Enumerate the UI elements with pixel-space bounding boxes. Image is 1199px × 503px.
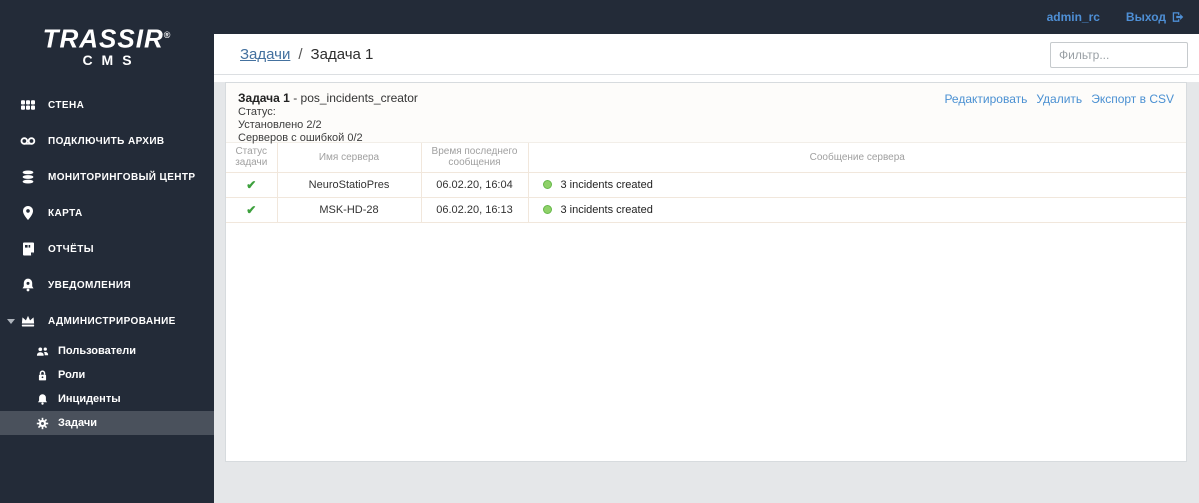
- sidebar-subitem-label: Пользователи: [58, 345, 137, 357]
- servers-table: Статус задачи Имя сервера Время последне…: [225, 142, 1187, 223]
- task-card-header: Задача 1 - pos_incidents_creator Статус:…: [226, 83, 1186, 144]
- filter-input[interactable]: [1050, 42, 1188, 68]
- breadcrumb-tasks-link[interactable]: Задачи: [240, 46, 290, 63]
- task-actions: Редактировать Удалить Экспорт в CSV: [944, 92, 1174, 106]
- sidebar-item-label: КАРТА: [48, 207, 83, 219]
- sidebar-item-notifications[interactable]: УВЕДОМЛЕНИЯ: [0, 267, 214, 303]
- success-check-icon: ✔: [246, 202, 257, 217]
- server-name-cell: NeuroStatioPres: [276, 171, 422, 198]
- success-check-icon: ✔: [246, 177, 257, 192]
- sidebar-item-label: АДМИНИСТРИРОВАНИЕ: [48, 315, 176, 327]
- table-row[interactable]: ✔ MSK-HD-28 06.02.20, 16:13 3 incidents …: [225, 196, 1187, 223]
- logo-product: CMS: [82, 51, 141, 68]
- sidebar-item-label: ПОДКЛЮЧИТЬ АРХИВ: [48, 135, 165, 147]
- table-header-row: Статус задачи Имя сервера Время последне…: [225, 142, 1187, 173]
- sidebar-subitem-label: Инциденты: [58, 393, 121, 405]
- logout-icon: [1171, 10, 1185, 24]
- top-bar-right: admin_rc Выход: [1047, 0, 1185, 34]
- col-header-last-message-time: Время последнего сообщения: [420, 142, 529, 173]
- breadcrumb: Задачи / Задача 1: [240, 46, 373, 63]
- col-header-server-name: Имя сервера: [276, 142, 422, 173]
- server-message-cell: 3 incidents created: [527, 196, 1187, 223]
- report-icon: [20, 241, 36, 257]
- sidebar-subitem-tasks[interactable]: Задачи: [0, 411, 214, 435]
- sidebar-subitem-incidents[interactable]: Инциденты: [0, 387, 214, 411]
- header-divider: [214, 74, 1199, 75]
- sidebar: TRASSIR® CMS СТЕНА ПОДКЛЮЧИТЬ АРХИВ МОНИ…: [0, 0, 214, 503]
- export-csv-link[interactable]: Экспорт в CSV: [1091, 92, 1174, 106]
- status-dot-icon: [542, 179, 552, 189]
- sidebar-subitem-roles[interactable]: Роли: [0, 363, 214, 387]
- lock-icon: [36, 369, 49, 382]
- task-status-label: Статус:: [238, 106, 276, 118]
- col-header-task-status: Статус задачи: [225, 142, 278, 173]
- servers-table-wrap: Статус задачи Имя сервера Время последне…: [225, 142, 1187, 223]
- notification-bell-icon: [20, 277, 36, 293]
- sidebar-subitem-label: Задачи: [58, 417, 97, 429]
- status-dot-icon: [542, 204, 552, 214]
- sidebar-subitem-users[interactable]: Пользователи: [0, 339, 214, 363]
- wall-icon: [20, 97, 36, 113]
- trassir-logo: TRASSIR® CMS: [0, 0, 214, 87]
- table-row[interactable]: ✔ NeuroStatioPres 06.02.20, 16:04 3 inci…: [225, 171, 1187, 198]
- last-message-time-cell: 06.02.20, 16:04: [420, 171, 529, 198]
- chevron-down-icon: [7, 319, 15, 324]
- sidebar-item-monitoring-center[interactable]: МОНИТОРИНГОВЫЙ ЦЕНТР: [0, 159, 214, 195]
- delete-task-link[interactable]: Удалить: [1036, 92, 1082, 106]
- logout-label: Выход: [1125, 10, 1166, 24]
- task-error-count: Серверов с ошибкой 0/2: [238, 132, 363, 144]
- app-window: admin_rc Выход TRASSIR® CMS СТЕНА ПОДКЛЮ…: [0, 0, 1199, 503]
- breadcrumb-current: Задача 1: [310, 46, 374, 63]
- gear-icon: [36, 417, 49, 430]
- archive-icon: [20, 133, 36, 149]
- task-title: Задача 1: [238, 91, 290, 105]
- map-pin-icon: [20, 205, 36, 221]
- logo-brand: TRASSIR®: [42, 23, 172, 54]
- sidebar-item-map[interactable]: КАРТА: [0, 195, 214, 231]
- bell-icon: [36, 393, 49, 406]
- last-message-time-cell: 06.02.20, 16:13: [420, 196, 529, 223]
- edit-task-link[interactable]: Редактировать: [944, 92, 1027, 106]
- current-user-link[interactable]: admin_rc: [1047, 10, 1100, 24]
- task-installed-count: Установлено 2/2: [238, 119, 322, 131]
- main-content: Задачи / Задача 1 Задача 1 - pos_inciden…: [214, 34, 1199, 503]
- content-header: Задачи / Задача 1: [214, 34, 1199, 82]
- server-name-cell: MSK-HD-28: [276, 196, 422, 223]
- task-subtitle: - pos_incidents_creator: [293, 91, 418, 105]
- users-icon: [36, 345, 49, 358]
- sidebar-item-connect-archive[interactable]: ПОДКЛЮЧИТЬ АРХИВ: [0, 123, 214, 159]
- admin-crown-icon: [20, 313, 36, 329]
- sidebar-item-label: ОТЧЁТЫ: [48, 243, 94, 255]
- col-header-server-message: Сообщение сервера: [527, 142, 1187, 173]
- breadcrumb-separator: /: [298, 46, 303, 63]
- sidebar-item-reports[interactable]: ОТЧЁТЫ: [0, 231, 214, 267]
- sidebar-item-label: СТЕНА: [48, 99, 85, 111]
- sidebar-item-label: УВЕДОМЛЕНИЯ: [48, 279, 132, 291]
- server-message-cell: 3 incidents created: [527, 171, 1187, 198]
- registered-mark: ®: [163, 30, 172, 40]
- sidebar-item-wall[interactable]: СТЕНА: [0, 87, 214, 123]
- monitoring-icon: [20, 169, 36, 185]
- sidebar-subitem-label: Роли: [58, 369, 86, 381]
- sidebar-item-administration[interactable]: АДМИНИСТРИРОВАНИЕ: [0, 303, 214, 339]
- task-card: Задача 1 - pos_incidents_creator Статус:…: [225, 82, 1187, 462]
- sidebar-item-label: МОНИТОРИНГОВЫЙ ЦЕНТР: [48, 171, 196, 183]
- logout-button[interactable]: Выход: [1126, 10, 1185, 24]
